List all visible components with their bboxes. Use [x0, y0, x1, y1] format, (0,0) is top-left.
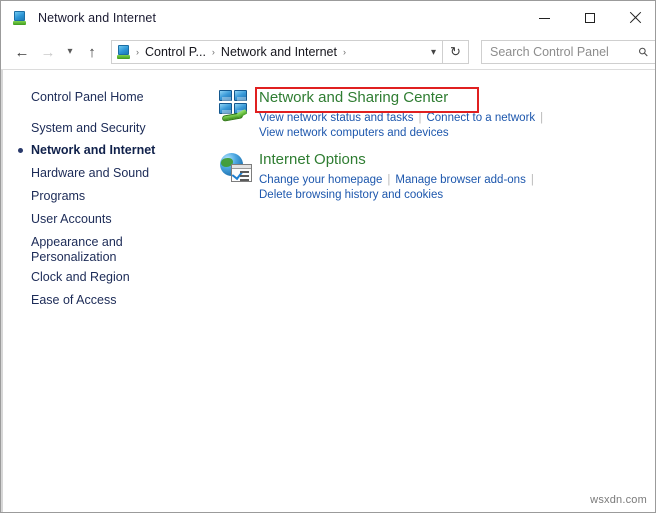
- category-title-network-and-sharing-center[interactable]: Network and Sharing Center: [259, 89, 448, 106]
- current-page-bullet: [18, 148, 23, 153]
- breadcrumb-item-network-and-internet[interactable]: Network and Internet: [219, 45, 339, 59]
- link-view-network-status-and-tasks[interactable]: View network status and tasks: [259, 112, 413, 124]
- sidebar-item-programs[interactable]: Programs: [31, 189, 85, 204]
- forward-arrow-icon: →: [40, 43, 56, 61]
- sidebar-item-appearance-and-personalization[interactable]: Appearance and Personalization: [31, 235, 151, 265]
- link-change-your-homepage[interactable]: Change your homepage: [259, 174, 382, 186]
- link-delete-browsing-history-and-cookies[interactable]: Delete browsing history and cookies: [259, 189, 443, 201]
- sidebar-item-user-accounts[interactable]: User Accounts: [31, 212, 112, 227]
- category-links-row: View network status and tasks | Connect to…: [259, 111, 548, 125]
- breadcrumb-item-control-panel[interactable]: Control P...: [143, 45, 208, 59]
- watermark: wsxdn.com: [590, 494, 647, 506]
- back-button[interactable]: ←: [9, 39, 35, 65]
- link-separator: |: [530, 174, 534, 186]
- link-connect-to-a-network[interactable]: Connect to a network: [426, 112, 535, 124]
- maximize-button[interactable]: [567, 1, 612, 35]
- forward-button[interactable]: →: [35, 39, 61, 65]
- category-network-and-sharing-center: Network and Sharing Center View network …: [197, 89, 655, 149]
- sidebar-item-clock-and-region[interactable]: Clock and Region: [31, 270, 130, 285]
- window-title: Network and Internet: [38, 11, 157, 25]
- control-panel-window: Network and Internet ← → ▾ ↑ › Control P…: [0, 0, 656, 513]
- title-bar: Network and Internet: [1, 1, 655, 35]
- category-links-row: Delete browsing history and cookies: [259, 188, 443, 202]
- link-manage-browser-add-ons[interactable]: Manage browser add-ons: [395, 174, 525, 186]
- up-arrow-icon: ↑: [88, 43, 96, 61]
- link-separator: |: [418, 112, 422, 124]
- category-internet-options: Internet Options Change your homepage | Ma…: [197, 151, 655, 211]
- search-box[interactable]: Search Control Panel ⚲: [481, 40, 655, 64]
- navigation-bar: ← → ▾ ↑ › Control P... › Network and Int…: [1, 35, 655, 69]
- network-sharing-center-icon[interactable]: [219, 89, 253, 123]
- chevron-down-icon: ▾: [67, 46, 73, 57]
- sidebar-item-hardware-and-sound[interactable]: Hardware and Sound: [31, 166, 149, 181]
- breadcrumb-separator: ›: [136, 47, 139, 57]
- minimize-button[interactable]: [522, 1, 567, 35]
- up-button[interactable]: ↑: [79, 39, 105, 65]
- close-button[interactable]: [612, 1, 655, 35]
- back-arrow-icon: ←: [14, 43, 30, 61]
- breadcrumb-separator: ›: [211, 47, 215, 57]
- window-controls: [522, 1, 655, 35]
- search-input[interactable]: Search Control Panel: [490, 45, 639, 59]
- close-icon: [629, 12, 641, 24]
- minimize-icon: [539, 17, 550, 19]
- control-panel-icon: [12, 10, 28, 26]
- category-title-internet-options[interactable]: Internet Options: [259, 151, 366, 168]
- link-view-network-computers-and-devices[interactable]: View network computers and devices: [259, 127, 449, 139]
- refresh-button[interactable]: ↻: [443, 40, 469, 64]
- control-panel-icon: [116, 44, 132, 60]
- sidebar-item-network-and-internet[interactable]: Network and Internet: [31, 143, 155, 158]
- address-bar[interactable]: › Control P... › Network and Internet › …: [111, 40, 443, 64]
- main-content: Network and Sharing Center View network …: [197, 70, 655, 512]
- category-links-row: Change your homepage | Manage browser add-…: [259, 173, 539, 187]
- refresh-icon: ↻: [450, 44, 461, 59]
- internet-options-icon[interactable]: [219, 151, 253, 185]
- link-separator: |: [540, 112, 544, 124]
- maximize-icon: [584, 13, 595, 23]
- recent-locations-button[interactable]: ▾: [61, 39, 79, 65]
- category-links-row: View network computers and devices: [259, 126, 449, 140]
- sidebar-item-control-panel-home[interactable]: Control Panel Home: [31, 90, 144, 105]
- sidebar-item-ease-of-access[interactable]: Ease of Access: [31, 293, 116, 308]
- breadcrumb-separator: ›: [342, 47, 346, 57]
- address-dropdown-button[interactable]: ▾: [431, 41, 436, 63]
- sidebar: Control Panel Home System and Security N…: [1, 70, 197, 512]
- sidebar-item-system-and-security[interactable]: System and Security: [31, 121, 146, 136]
- link-separator: |: [387, 174, 391, 186]
